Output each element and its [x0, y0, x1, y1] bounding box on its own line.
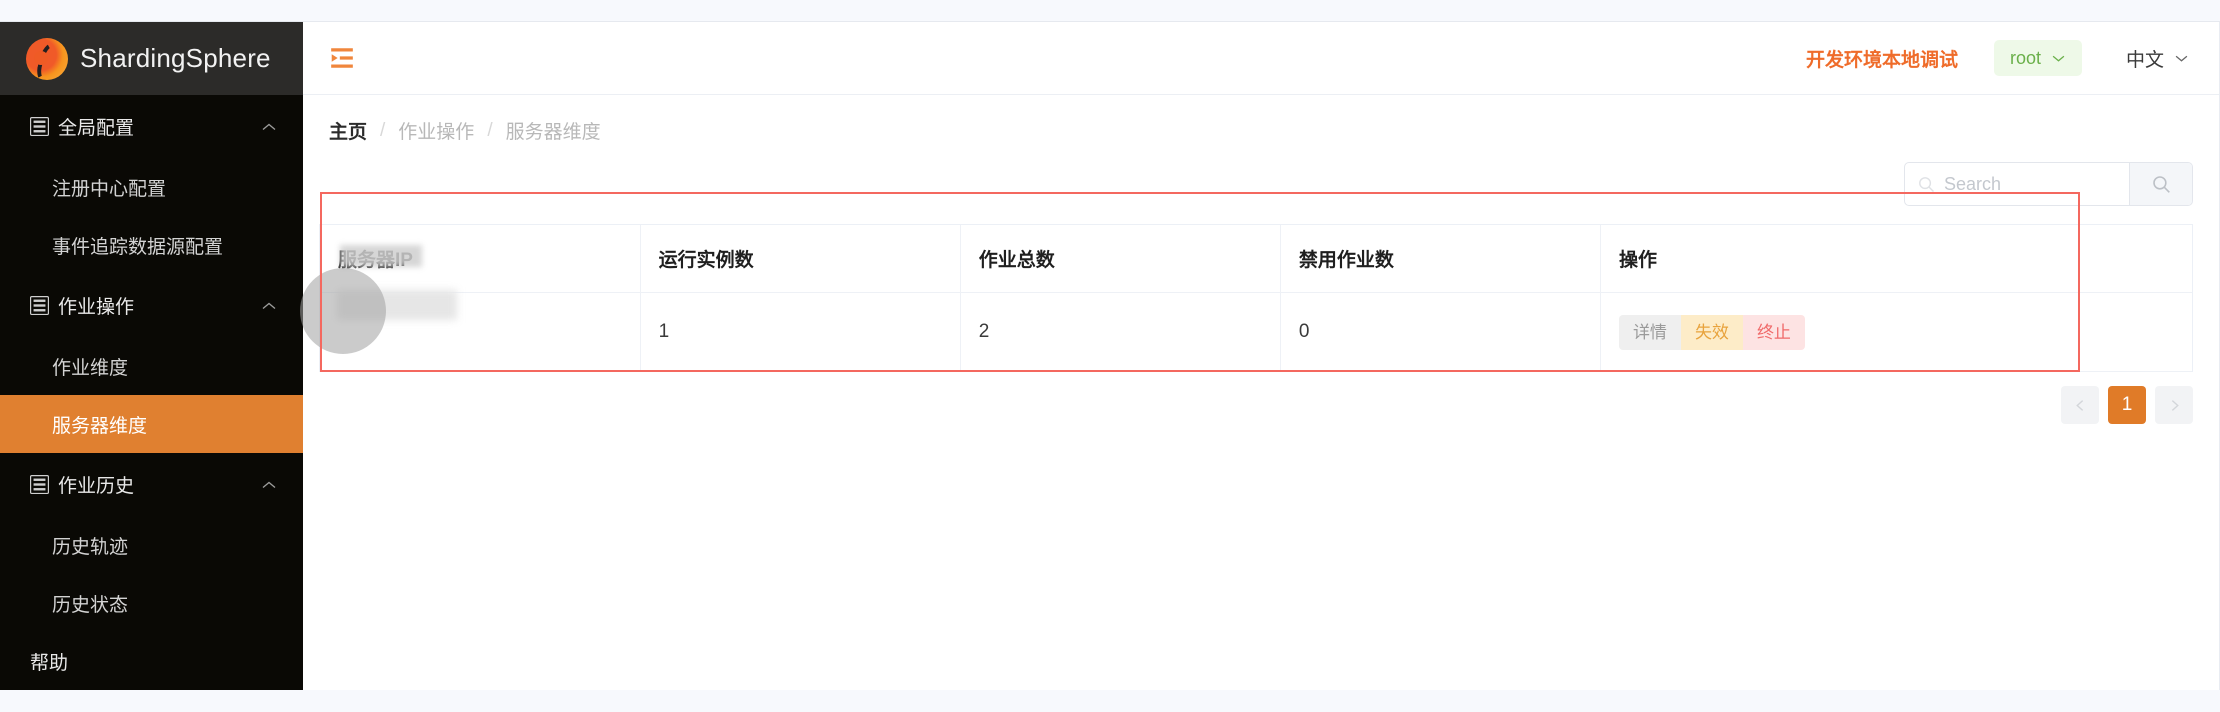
search-input[interactable]	[1935, 172, 2129, 196]
chevron-up-icon	[262, 481, 276, 488]
language-menu[interactable]: 中文	[2126, 45, 2189, 72]
table-header-row: 服务器IP 运行实例数 作业总数 禁用作业数 操作	[320, 225, 2192, 293]
cell-disabled-jobs: 0	[1280, 292, 1601, 372]
topbar: 开发环境本地调试 root 中文	[303, 22, 2219, 95]
pagination-prev-button[interactable]	[2061, 386, 2099, 424]
content-area: 主页 / 作业操作 / 服务器维度 Search 服务器IP 运行实例数 作业总…	[303, 95, 2219, 690]
col-server-ip: 服务器IP	[320, 225, 641, 293]
col-disabled-jobs: 禁用作业数	[1280, 225, 1601, 293]
app-shell: ShardingSphere 全局配置 注册中心配置 事件追踪数据源配置 作业操…	[0, 22, 2220, 690]
sidebar-group-label: 全局配置	[58, 118, 135, 139]
col-running-instances: 运行实例数	[640, 225, 961, 293]
breadcrumb-separator: /	[487, 119, 493, 141]
chevron-right-icon	[2171, 399, 2179, 411]
table-body: 1 2 0 详情 失效 终止	[320, 292, 2192, 372]
list-menu-icon	[30, 475, 49, 494]
pagination-page-1[interactable]: 1	[2108, 386, 2146, 424]
sidebar-group-label: 作业历史	[58, 476, 135, 497]
pagination: 1	[303, 372, 2219, 424]
chevron-up-icon	[262, 123, 276, 130]
sidebar-item-history-trace[interactable]: 历史轨迹	[0, 516, 303, 574]
sidebar-item-registry-config[interactable]: 注册中心配置	[0, 158, 303, 216]
sidebar-nav: 全局配置 注册中心配置 事件追踪数据源配置 作业操作 作业维度 服务器维度 作业…	[0, 95, 303, 690]
language-label: 中文	[2125, 49, 2164, 71]
search-icon	[1919, 176, 1934, 192]
user-name: root	[2009, 47, 2041, 68]
breadcrumb-item-home[interactable]: 主页	[329, 117, 367, 144]
environment-label: 开发环境本地调试	[1805, 49, 1958, 71]
sidebar-group-global-config[interactable]: 全局配置	[0, 95, 303, 158]
search-box	[1904, 162, 2193, 206]
table-row[interactable]: 1 2 0 详情 失效 终止	[320, 292, 2192, 372]
breadcrumb-item-server-dimension: 服务器维度	[505, 122, 601, 143]
screenshot-root: ShardingSphere 全局配置 注册中心配置 事件追踪数据源配置 作业操…	[0, 0, 2220, 712]
sidebar-item-label: 帮助	[30, 652, 69, 674]
sidebar-item-label: 服务器维度	[52, 415, 148, 437]
sidebar-item-history-status[interactable]: 历史状态	[0, 574, 303, 632]
sidebar-item-job-dimension[interactable]: 作业维度	[0, 337, 303, 395]
server-table-element: 服务器IP 运行实例数 作业总数 禁用作业数 操作 1 2 0 详情 失效 终止	[320, 225, 2192, 372]
main-area: 开发环境本地调试 root 中文 主页 / 作业操作 / 服务器维度 Searc…	[303, 22, 2220, 690]
sidebar-item-event-trace-datasource-config[interactable]: 事件追踪数据源配置	[0, 216, 303, 274]
sidebar-group-job-history[interactable]: 作业历史	[0, 453, 303, 516]
window-top-strip	[0, 0, 2220, 22]
col-actions: 操作	[1600, 225, 2192, 293]
sidebar-group-label: 作业操作	[58, 297, 135, 318]
brand-name: ShardingSphere	[80, 43, 271, 73]
user-menu[interactable]: root	[1993, 40, 2082, 76]
breadcrumb-item-job-operation[interactable]: 作业操作	[398, 117, 474, 144]
server-table: 服务器IP 运行实例数 作业总数 禁用作业数 操作 1 2 0 详情 失效 终止	[319, 224, 2193, 372]
sidebar-item-server-dimension[interactable]: 服务器维度	[0, 395, 303, 453]
breadcrumb-separator: /	[380, 119, 386, 141]
table-head: 服务器IP 运行实例数 作业总数 禁用作业数 操作	[320, 225, 2192, 293]
stop-button[interactable]: 终止	[1742, 314, 1805, 350]
cell-running-instances: 1	[640, 292, 961, 372]
cell-actions: 详情 失效 终止	[1600, 292, 2192, 372]
col-total-jobs: 作业总数	[960, 225, 1281, 293]
sidebar-item-label: 事件追踪数据源配置	[52, 236, 224, 258]
sidebar-group-job-operation[interactable]: 作业操作	[0, 274, 303, 337]
cell-server-ip	[320, 292, 641, 372]
pagination-next-button[interactable]	[2155, 386, 2193, 424]
disable-button[interactable]: 失效	[1680, 314, 1743, 350]
window-bottom-strip	[0, 690, 2220, 712]
breadcrumb: 主页 / 作业操作 / 服务器维度	[303, 95, 2219, 144]
sidebar-item-label: 注册中心配置	[52, 178, 167, 200]
chevron-down-icon	[2175, 55, 2188, 62]
sidebar-item-help[interactable]: 帮助	[0, 632, 303, 690]
chevron-down-icon	[2052, 55, 2065, 62]
row-action-group: 详情 失效 终止	[1618, 314, 1805, 350]
sidebar-item-label: 历史轨迹	[52, 536, 129, 558]
sidebar: ShardingSphere 全局配置 注册中心配置 事件追踪数据源配置 作业操…	[0, 22, 303, 690]
sidebar-item-label: 作业维度	[52, 357, 129, 379]
cell-total-jobs: 2	[960, 292, 1281, 372]
detail-button[interactable]: 详情	[1618, 314, 1681, 350]
search-input-wrap	[1905, 163, 2129, 205]
brand[interactable]: ShardingSphere	[0, 22, 303, 95]
chevron-left-icon	[2075, 399, 2083, 411]
list-menu-icon	[30, 117, 49, 136]
list-menu-icon	[30, 296, 49, 315]
shardingsphere-logo-icon	[26, 37, 68, 80]
sidebar-item-label: 历史状态	[52, 594, 129, 616]
chevron-up-icon	[262, 302, 276, 309]
toolbar	[303, 144, 2219, 206]
menu-fold-icon[interactable]	[329, 45, 355, 71]
search-button[interactable]	[2129, 163, 2192, 205]
search-icon	[2152, 175, 2170, 193]
